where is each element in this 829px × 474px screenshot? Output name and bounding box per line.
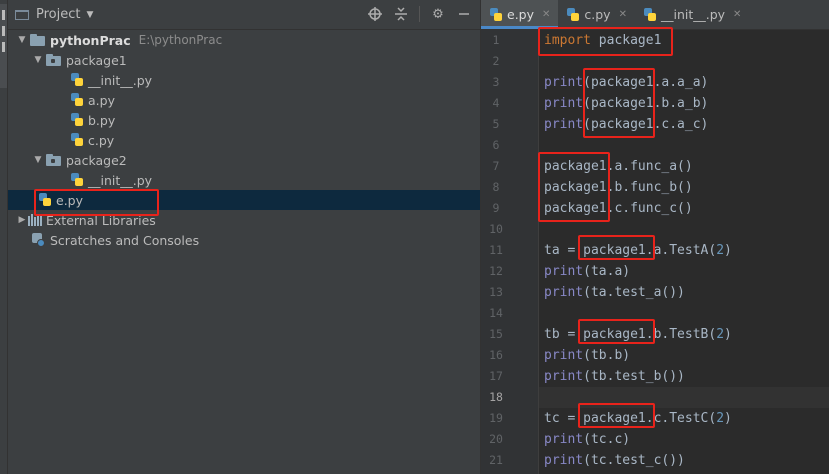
project-tool-tab[interactable] bbox=[0, 4, 7, 88]
package1-label: package1 bbox=[66, 52, 127, 68]
python-file-icon bbox=[70, 73, 84, 87]
python-file-icon bbox=[70, 173, 84, 187]
toolbar-divider bbox=[419, 6, 420, 22]
tree-item-c-py[interactable]: c.py bbox=[8, 130, 480, 150]
root-folder-label: pythonPrac bbox=[50, 32, 131, 48]
folder-icon bbox=[30, 34, 46, 46]
line-number: 4 bbox=[492, 96, 500, 110]
project-panel-tools: ⚙ bbox=[367, 6, 472, 22]
line-number: 17 bbox=[489, 369, 503, 383]
annotation-box-tc bbox=[578, 403, 655, 428]
python-file-icon bbox=[566, 7, 580, 22]
chevron-down-icon[interactable]: ▼ bbox=[86, 10, 93, 20]
line-number: 13 bbox=[489, 285, 503, 299]
code-line[interactable]: print(tc.test_c()) bbox=[544, 450, 685, 471]
annotation-box-func-calls bbox=[538, 152, 610, 222]
annotation-box-import bbox=[538, 27, 673, 56]
tree-item-b-py[interactable]: b.py bbox=[8, 110, 480, 130]
annotation-box-tb bbox=[578, 319, 655, 344]
line-number-gutter: 1 2 3 4 5 6 7 8 9 10 11 12 13 14 15 16 17 18 19 20 21 bbox=[481, 30, 539, 474]
python-file-icon bbox=[643, 7, 657, 22]
chevron-right-icon[interactable]: ▶ bbox=[16, 215, 28, 225]
python-file-icon bbox=[70, 113, 84, 127]
python-file-icon bbox=[70, 93, 84, 107]
line-number: 10 bbox=[489, 222, 503, 236]
line-number: 12 bbox=[489, 264, 503, 278]
tree-item-package2[interactable]: ▼ package2 bbox=[8, 150, 480, 170]
tab-c-py[interactable]: c.py ✕ bbox=[558, 0, 635, 29]
tree-item-scratches[interactable]: Scratches and Consoles bbox=[8, 230, 480, 250]
code-line[interactable]: print(ta.a) bbox=[544, 261, 630, 282]
tab-label: __init__.py bbox=[660, 7, 726, 22]
line-number: 14 bbox=[489, 306, 503, 320]
tab-e-py[interactable]: e.py ✕ bbox=[481, 0, 559, 29]
file-label: __init__.py bbox=[88, 72, 153, 88]
tree-item-root[interactable]: ▼ pythonPrac E:\pythonPrac bbox=[8, 30, 480, 50]
project-view-icon bbox=[14, 7, 30, 23]
scratches-icon bbox=[32, 233, 46, 247]
tab-label: c.py bbox=[584, 7, 611, 22]
project-panel: Project ▼ ⚙ ▼ pythonPrac E:\pythonPrac ▼ bbox=[8, 0, 480, 474]
annotation-box-print-refs bbox=[583, 68, 655, 138]
file-label: __init__.py bbox=[88, 172, 153, 188]
project-panel-title[interactable]: Project bbox=[36, 7, 80, 22]
project-panel-header: Project ▼ ⚙ bbox=[8, 0, 480, 30]
line-number: 1 bbox=[492, 33, 500, 47]
code-line[interactable]: print(tb.test_b()) bbox=[544, 366, 685, 387]
line-number: 16 bbox=[489, 348, 503, 362]
package2-label: package2 bbox=[66, 152, 127, 168]
line-number: 7 bbox=[492, 159, 500, 173]
line-number: 11 bbox=[489, 243, 503, 257]
tab-label: e.py bbox=[507, 7, 534, 22]
line-number: 18 bbox=[489, 390, 503, 404]
annotation-box-e-py bbox=[34, 189, 159, 216]
line-number: 8 bbox=[492, 180, 500, 194]
file-label: c.py bbox=[88, 132, 115, 148]
minimize-icon[interactable] bbox=[456, 6, 472, 22]
target-icon[interactable] bbox=[367, 6, 383, 22]
line-number: 20 bbox=[489, 432, 503, 446]
file-label: b.py bbox=[88, 112, 116, 128]
tree-item-a-py[interactable]: a.py bbox=[8, 90, 480, 110]
tree-item-package1-init[interactable]: __init__.py bbox=[8, 70, 480, 90]
line-number: 2 bbox=[492, 54, 500, 68]
annotation-box-ta bbox=[578, 235, 655, 260]
editor-pane: e.py ✕ c.py ✕ __init__.py ✕ 1 2 3 4 5 6 7 8 9 10 1… bbox=[480, 0, 829, 474]
left-tool-strip bbox=[0, 0, 8, 474]
close-icon[interactable]: ✕ bbox=[733, 9, 741, 20]
code-line[interactable]: print(tc.c) bbox=[544, 429, 630, 450]
root-folder-path: E:\pythonPrac bbox=[138, 33, 223, 47]
gear-icon[interactable]: ⚙ bbox=[430, 6, 446, 22]
editor-tabs: e.py ✕ c.py ✕ __init__.py ✕ bbox=[481, 0, 829, 30]
tree-item-package1[interactable]: ▼ package1 bbox=[8, 50, 480, 70]
chevron-down-icon[interactable]: ▼ bbox=[32, 55, 44, 65]
line-number: 3 bbox=[492, 75, 500, 89]
code-line[interactable]: print(tb.b) bbox=[544, 345, 630, 366]
tree-item-package2-init[interactable]: __init__.py bbox=[8, 170, 480, 190]
collapse-icon[interactable] bbox=[393, 6, 409, 22]
package-folder-icon bbox=[46, 154, 62, 166]
code-line[interactable]: print(ta.test_a()) bbox=[544, 282, 685, 303]
line-number: 15 bbox=[489, 327, 503, 341]
package-folder-icon bbox=[46, 54, 62, 66]
close-icon[interactable]: ✕ bbox=[542, 9, 550, 20]
scratches-label: Scratches and Consoles bbox=[50, 232, 200, 248]
line-number: 19 bbox=[489, 411, 503, 425]
file-label: a.py bbox=[88, 92, 115, 108]
chevron-down-icon[interactable]: ▼ bbox=[32, 155, 44, 165]
line-number: 6 bbox=[492, 138, 500, 152]
python-file-icon bbox=[70, 133, 84, 147]
line-number: 21 bbox=[489, 453, 503, 467]
python-file-icon bbox=[489, 7, 503, 22]
close-icon[interactable]: ✕ bbox=[619, 9, 627, 20]
tab-init-py[interactable]: __init__.py ✕ bbox=[635, 0, 749, 29]
line-number: 9 bbox=[492, 201, 500, 215]
chevron-down-icon[interactable]: ▼ bbox=[16, 35, 28, 45]
line-number: 5 bbox=[492, 117, 500, 131]
